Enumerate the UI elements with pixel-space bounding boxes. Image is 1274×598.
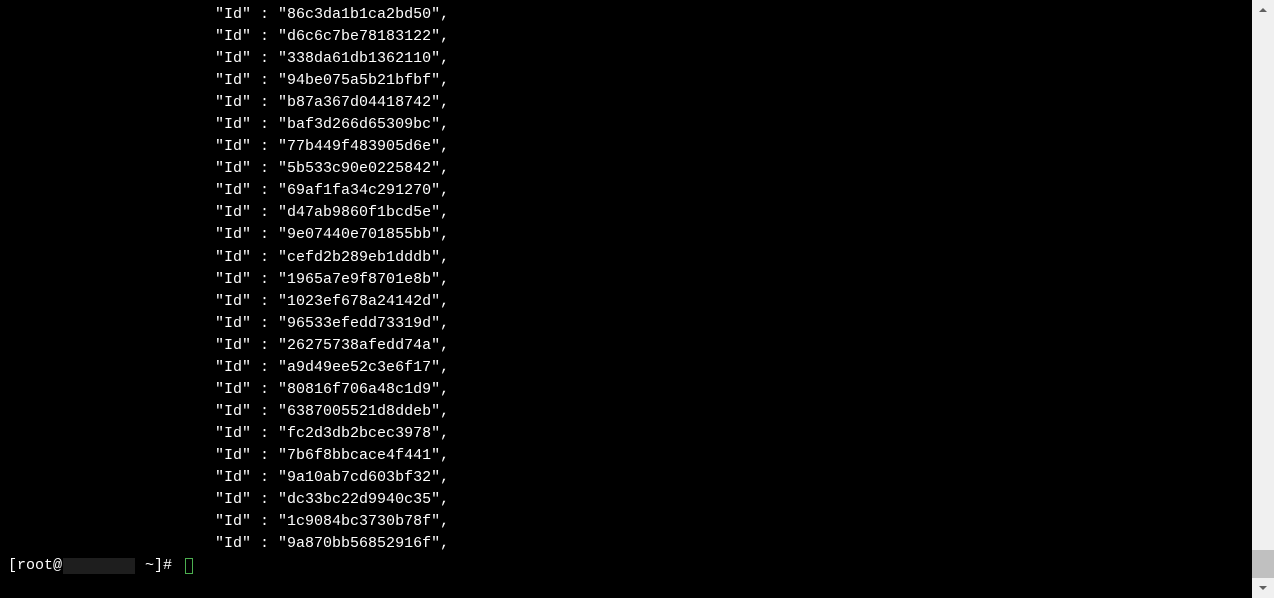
output-line: "Id" : "baf3d266d65309bc", (8, 114, 1244, 136)
prompt-host-redacted (63, 558, 135, 574)
output-line: "Id" : "d6c6c7be78183122", (8, 26, 1244, 48)
prompt-user: root@ (17, 555, 62, 577)
scroll-up-button[interactable] (1252, 0, 1274, 20)
vertical-scrollbar[interactable] (1252, 0, 1274, 598)
output-line: "Id" : "86c3da1b1ca2bd50", (8, 4, 1244, 26)
scrollbar-thumb[interactable] (1252, 550, 1274, 578)
output-line: "Id" : "69af1fa34c291270", (8, 180, 1244, 202)
output-line: "Id" : "a9d49ee52c3e6f17", (8, 357, 1244, 379)
output-line: "Id" : "fc2d3db2bcec3978", (8, 423, 1244, 445)
output-line: "Id" : "b87a367d04418742", (8, 92, 1244, 114)
scrollbar-track[interactable] (1252, 20, 1274, 578)
chevron-up-icon (1258, 5, 1268, 15)
scroll-down-button[interactable] (1252, 578, 1274, 598)
output-line: "Id" : "80816f706a48c1d9", (8, 379, 1244, 401)
prompt-open-bracket: [ (8, 555, 17, 577)
chevron-down-icon (1258, 583, 1268, 593)
output-line: "Id" : "dc33bc22d9940c35", (8, 489, 1244, 511)
output-line: "Id" : "338da61db1362110", (8, 48, 1244, 70)
output-line: "Id" : "d47ab9860f1bcd5e", (8, 202, 1244, 224)
shell-prompt[interactable]: [root@ ~]# (8, 555, 1244, 577)
terminal-window[interactable]: "Id" : "86c3da1b1ca2bd50", "Id" : "d6c6c… (0, 0, 1252, 598)
output-line: "Id" : "5b533c90e0225842", (8, 158, 1244, 180)
output-line: "Id" : "9a10ab7cd603bf32", (8, 467, 1244, 489)
cursor-icon (185, 558, 193, 574)
output-line: "Id" : "9e07440e701855bb", (8, 224, 1244, 246)
output-line: "Id" : "94be075a5b21bfbf", (8, 70, 1244, 92)
output-line: "Id" : "77b449f483905d6e", (8, 136, 1244, 158)
output-line: "Id" : "6387005521d8ddeb", (8, 401, 1244, 423)
output-line: "Id" : "26275738afedd74a", (8, 335, 1244, 357)
output-line: "Id" : "1c9084bc3730b78f", (8, 511, 1244, 533)
output-line: "Id" : "96533efedd73319d", (8, 313, 1244, 335)
prompt-suffix: ~]# (136, 555, 181, 577)
output-line: "Id" : "1023ef678a24142d", (8, 291, 1244, 313)
output-line: "Id" : "1965a7e9f8701e8b", (8, 269, 1244, 291)
terminal-output: "Id" : "86c3da1b1ca2bd50", "Id" : "d6c6c… (0, 0, 1252, 585)
output-line: "Id" : "cefd2b289eb1dddb", (8, 247, 1244, 269)
output-line: "Id" : "7b6f8bbcace4f441", (8, 445, 1244, 467)
output-line: "Id" : "9a870bb56852916f", (8, 533, 1244, 555)
